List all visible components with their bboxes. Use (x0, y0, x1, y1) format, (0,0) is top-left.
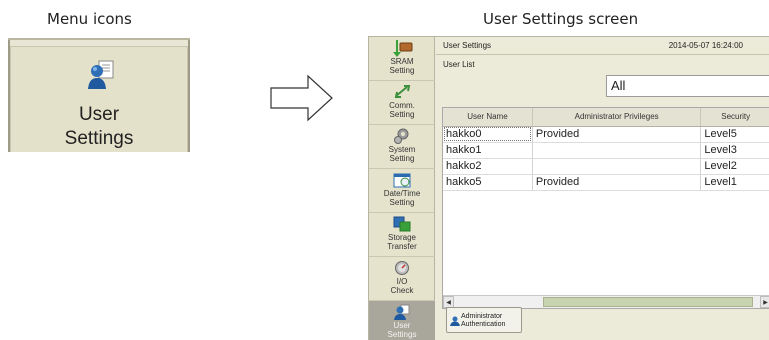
sidebar-item-io-check[interactable]: I/O Check (369, 257, 435, 301)
cell-security: Level2 (700, 158, 769, 175)
cell-admin-privileges (532, 142, 702, 159)
user-settings-icon (86, 59, 118, 98)
auth-button-label: Administrator Authentication (461, 313, 506, 328)
gauge-icon (393, 260, 411, 276)
cell-user-name: hakko0 (443, 126, 533, 143)
cell-admin-privileges: Provided (532, 174, 702, 191)
cell-user-name: hakko1 (443, 142, 533, 159)
sidebar-item-sram[interactable]: SRAM Setting (369, 37, 435, 81)
scroll-right-icon[interactable]: ▶ (760, 296, 769, 308)
screen-title: User Settings (443, 41, 492, 50)
cell-admin-privileges (532, 158, 702, 175)
menu-label-line2: Settings (64, 128, 134, 149)
datetime-display: 2014-05-07 16:24:00 (668, 41, 743, 50)
user-icon (450, 316, 460, 329)
cell-security: Level1 (700, 174, 769, 191)
sidebar: SRAM Setting Comm. Setting System Setting (369, 37, 435, 340)
administrator-authentication-button[interactable]: Administrator Authentication (446, 307, 522, 333)
menu-icons-caption: Menu icons (47, 10, 132, 28)
sidebar-item-system[interactable]: System Setting (369, 125, 435, 169)
comm-icon (393, 84, 411, 100)
filter-selected: All (611, 78, 626, 93)
main-panel: User Settings 2014-05-07 16:24:00 User L… (436, 37, 769, 340)
user-settings-icon (393, 304, 411, 320)
sidebar-item-datetime[interactable]: Date/Time Setting (369, 169, 435, 213)
sidebar-item-comm[interactable]: Comm. Setting (369, 81, 435, 125)
user-filter-dropdown[interactable]: All ▾ (606, 75, 769, 97)
table-row[interactable]: hakko1 Level3 (443, 142, 769, 159)
cell-security: Level5 (700, 126, 769, 143)
gear-icon (393, 128, 411, 144)
user-settings-screen: SRAM Setting Comm. Setting System Setting (368, 36, 769, 340)
sram-icon (393, 40, 413, 57)
sidebar-item-user-settings[interactable]: User Settings (369, 301, 435, 340)
menu-label-line1: User (78, 104, 120, 125)
table-row[interactable]: hakko0 Provided Level5 (443, 126, 769, 143)
cell-security: Level3 (700, 142, 769, 159)
title-bar: User Settings 2014-05-07 16:24:00 (436, 37, 769, 55)
sidebar-item-storage[interactable]: Storage Transfer (369, 213, 435, 257)
scroll-thumb[interactable] (543, 297, 753, 307)
cell-user-name: hakko5 (443, 174, 533, 191)
column-header-security[interactable]: Security (700, 108, 769, 127)
user-settings-menu-button[interactable]: User Settings (10, 46, 188, 152)
column-header-user-name[interactable]: User Name (443, 108, 533, 127)
table-row[interactable]: hakko5 Provided Level1 (443, 174, 769, 191)
column-header-admin-privileges[interactable]: Administrator Privileges (532, 108, 702, 127)
arrow-right-icon (270, 74, 334, 127)
user-table: User Name Administrator Privileges Secur… (442, 107, 769, 309)
cell-admin-privileges: Provided (532, 126, 702, 143)
user-settings-label: User Settings (11, 103, 187, 151)
menu-icon-panel: User Settings (8, 38, 190, 152)
user-settings-screen-caption: User Settings screen (483, 10, 639, 28)
storage-icon (393, 216, 411, 232)
table-row[interactable]: hakko2 Level2 (443, 158, 769, 175)
user-list-label: User List (443, 60, 475, 69)
cell-user-name: hakko2 (443, 158, 533, 175)
calendar-icon (393, 172, 411, 188)
